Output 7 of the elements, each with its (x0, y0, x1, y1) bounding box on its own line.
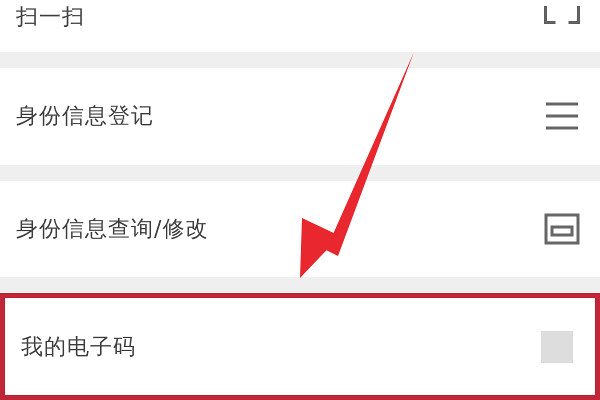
card-icon (544, 211, 580, 247)
menu-item[interactable]: 身份信息查询/修改 (0, 180, 600, 278)
scan-icon (544, 6, 580, 24)
menu-item[interactable]: 身份信息登记 (0, 68, 600, 165)
blurred-icon (539, 328, 575, 365)
menu-item[interactable]: 扫一扫 (0, 0, 600, 52)
menu-item[interactable]: 我的电子码 (0, 293, 600, 400)
